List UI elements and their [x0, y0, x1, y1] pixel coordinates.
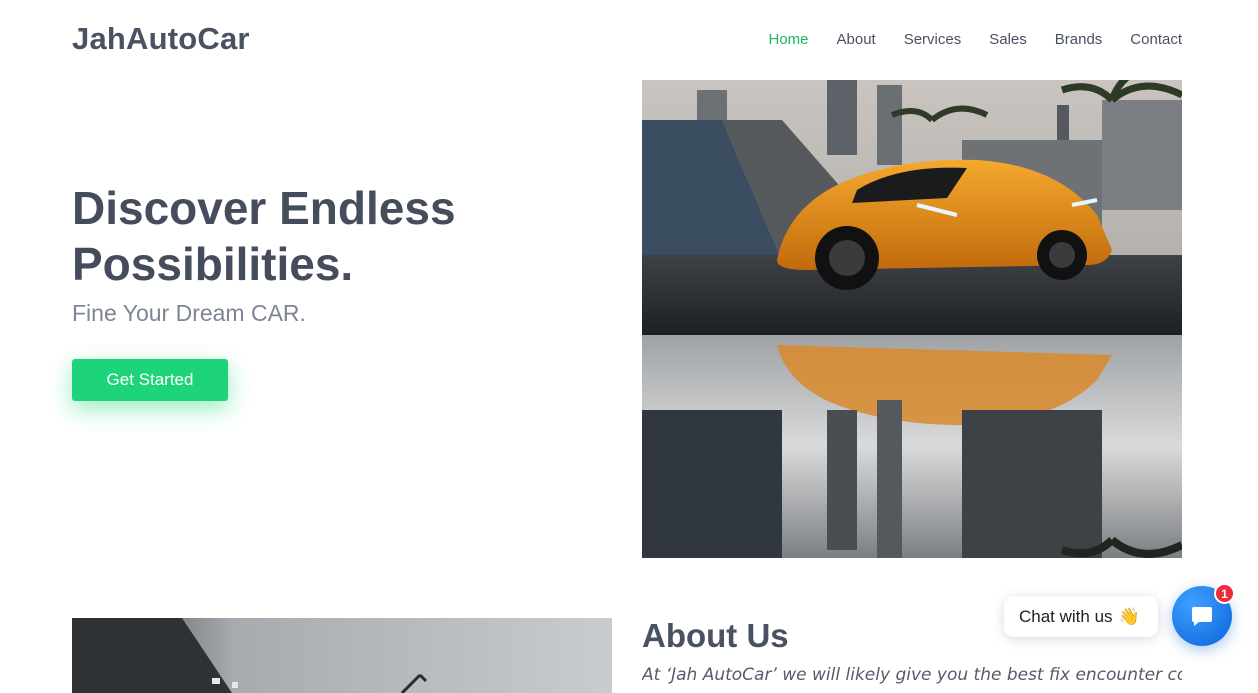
- waving-hand-icon: 👋: [1118, 606, 1140, 626]
- about-car-image: [72, 618, 612, 693]
- get-started-button[interactable]: Get Started: [72, 359, 228, 401]
- chat-icon: [1192, 607, 1212, 626]
- nav-contact[interactable]: Contact: [1130, 31, 1182, 48]
- nav-sales[interactable]: Sales: [989, 31, 1027, 48]
- nav-home[interactable]: Home: [768, 31, 808, 48]
- unread-badge: 1: [1214, 583, 1235, 604]
- about-text: At ‘Jah AutoCar’ we will likely give you…: [642, 665, 1182, 685]
- main-nav: Home About Services Sales Brands Contact: [768, 31, 1182, 48]
- hero-title: Discover Endless Possibilities.: [72, 180, 632, 292]
- hero-car-image: [642, 80, 1182, 558]
- site-header: JahAutoCar Home About Services Sales Bra…: [0, 0, 1258, 80]
- hero-subtitle: Fine Your Dream CAR.: [72, 300, 306, 326]
- site-logo[interactable]: JahAutoCar: [72, 21, 250, 57]
- nav-about[interactable]: About: [837, 31, 876, 48]
- hero-title-line2: Possibilities.: [72, 238, 354, 290]
- nav-services[interactable]: Services: [904, 31, 962, 48]
- hero-title-line1: Discover Endless: [72, 182, 456, 234]
- chat-prompt-bubble[interactable]: Chat with us 👋: [1004, 596, 1158, 637]
- nav-brands[interactable]: Brands: [1055, 31, 1103, 48]
- about-title: About Us: [642, 617, 789, 654]
- chat-prompt-label: Chat with us: [1019, 606, 1113, 626]
